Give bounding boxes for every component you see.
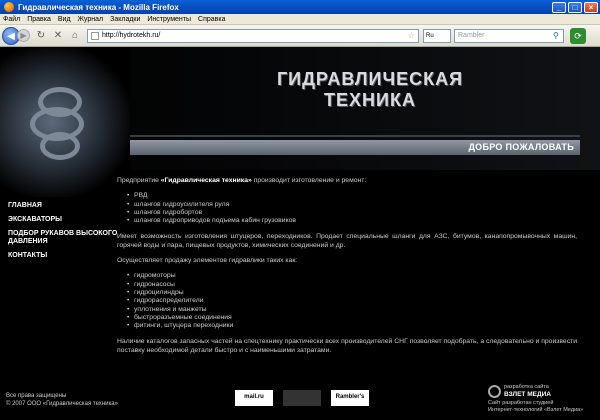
language-selector[interactable]: Ru — [423, 28, 451, 43]
search-icon[interactable]: ⚲ — [553, 31, 563, 40]
window-titlebar: Гидравлическая техника - Mozilla Firefox… — [0, 0, 600, 14]
studio-credit-line-1: Сайт разработан студией — [488, 400, 554, 406]
list-item: фитинги, штуцера переходники — [127, 322, 577, 331]
brand-line-1: ГИДРАВЛИЧЕСКАЯ — [276, 69, 464, 89]
fittings-paragraph: Имеет возможность изготовления штуцеров,… — [117, 233, 577, 249]
web-page: ГИДРАВЛИЧЕСКАЯ ТЕХНИКА ДОБРО ПОЖАЛОВАТЬ … — [0, 47, 600, 420]
sidebar-item-contacts[interactable]: КОНТАКТЫ — [8, 252, 118, 260]
sidebar-nav: ГЛАВНАЯ ЭКСКАВАТОРЫ ПОДБОР РУКАВОВ ВЫСОК… — [8, 202, 118, 266]
studio-logo-text: ВЗЛЕТ МЕДИА — [504, 391, 551, 398]
studio-credit: разработка сайта ВЗЛЕТ МЕДИА Сайт разраб… — [488, 384, 583, 414]
studio-logo[interactable]: разработка сайта ВЗЛЕТ МЕДИА — [488, 384, 583, 398]
list-item: гидрораспределители — [127, 297, 577, 306]
menu-view[interactable]: Вид — [58, 16, 71, 23]
list-item: быстроразъемные соединения — [127, 314, 577, 323]
sidebar-item-excavators[interactable]: ЭКСКАВАТОРЫ — [8, 216, 118, 224]
stop-icon[interactable]: ✕ — [52, 30, 64, 41]
list-item: шлангов гидроусилителя руля — [127, 201, 577, 210]
main-content: Предприятие «Гидравлическая техника» про… — [117, 177, 577, 362]
url-text[interactable]: http://hydrotekh.ru/ — [102, 32, 408, 39]
sidebar-item-home[interactable]: ГЛАВНАЯ — [8, 202, 118, 210]
search-input[interactable]: Rambler ⚲ — [454, 28, 564, 43]
copyright-text: © 2007 ООО «Гидравлическая техника» — [6, 400, 118, 407]
list-item: гидронасосы — [127, 281, 577, 290]
footer-counters: mail.ru Rambler's TOP100 — [235, 390, 379, 415]
studio-logo-icon — [488, 384, 501, 398]
maximize-button[interactable]: □ — [568, 1, 582, 13]
intro-paragraph: Предприятие «Гидравлическая техника» про… — [117, 177, 577, 185]
reload-icon[interactable]: ↻ — [35, 30, 47, 41]
header-divider — [130, 135, 580, 137]
menu-bar: Файл Правка Вид Журнал Закладки Инструме… — [0, 14, 600, 25]
counter-badge[interactable] — [283, 390, 321, 406]
forward-arrow-icon[interactable]: ▶ — [17, 29, 30, 42]
services-list: РВД шлангов гидроусилителя руля шлангов … — [127, 192, 577, 225]
site-favicon-icon — [91, 31, 99, 40]
menu-tools[interactable]: Инструменты — [147, 16, 191, 23]
studio-small-text: разработка сайта — [504, 384, 549, 390]
sidebar-item-hose-selection[interactable]: ПОДБОР РУКАВОВ ВЫСОКОГО ДАВЛЕНИЯ — [8, 230, 118, 246]
minimize-button[interactable]: _ — [552, 1, 566, 13]
url-bar[interactable]: http://hydrotekh.ru/ ☆ — [87, 28, 419, 43]
catalog-paragraph: Наличие каталогов запасных частей на спе… — [117, 338, 577, 354]
mailru-counter-badge[interactable]: mail.ru — [235, 390, 273, 406]
list-item: РВД — [127, 192, 577, 201]
window-title: Гидравлическая техника - Mozilla Firefox — [18, 2, 179, 12]
menu-history[interactable]: Журнал — [78, 16, 104, 23]
menu-bookmarks[interactable]: Закладки — [110, 16, 140, 23]
hose-coil-shape — [40, 132, 80, 160]
hydraulic-elements-list: гидромоторы гидронасосы гидроцилиндры ги… — [127, 272, 577, 330]
menu-edit[interactable]: Правка — [27, 16, 51, 23]
list-item: уплотнения и манжеты — [127, 306, 577, 315]
company-name: «Гидравлическая техника» — [160, 177, 252, 184]
welcome-banner: ДОБРО ПОЖАЛОВАТЬ — [130, 140, 580, 155]
rights-text: Все права защищены — [6, 393, 67, 399]
firefox-icon — [4, 2, 14, 12]
rambler-top100-badge[interactable]: Rambler's TOP100 — [331, 390, 369, 415]
intro-text-before: Предприятие — [117, 177, 161, 184]
home-icon[interactable]: ⌂ — [69, 30, 81, 41]
close-button[interactable]: × — [584, 1, 598, 13]
footer-copyright: Все права защищены © 2007 ООО «Гидравлич… — [6, 393, 118, 408]
list-item: гидроцилиндры — [127, 289, 577, 298]
studio-credit-line-2[interactable]: Интернет-технологий «Взлет Медиа» — [488, 407, 583, 414]
bookmark-star-icon[interactable]: ☆ — [408, 31, 415, 40]
intro-text-after: производит изготовление и ремонт: — [251, 177, 367, 184]
brand-line-2: ТЕХНИКА — [324, 90, 416, 110]
list-item: шлангов гидробортов — [127, 209, 577, 218]
site-brand-title: ГИДРАВЛИЧЕСКАЯ ТЕХНИКА — [270, 69, 470, 111]
menu-help[interactable]: Справка — [198, 16, 225, 23]
search-placeholder: Rambler — [458, 32, 485, 39]
hero-hose-image — [0, 47, 130, 197]
addon-icon[interactable]: ⟳ — [570, 27, 586, 44]
list-item: шлангов гидроприводов подъема кабин груз… — [127, 217, 577, 226]
navigation-toolbar: ◀ ▶ ↻ ✕ ⌂ http://hydrotekh.ru/ ☆ Ru Ramb… — [0, 25, 600, 47]
welcome-text: ДОБРО ПОЖАЛОВАТЬ — [468, 142, 574, 152]
menu-file[interactable]: Файл — [3, 16, 20, 23]
sales-paragraph: Осуществляет продажу элементов гидравлик… — [117, 257, 298, 265]
list-item: гидромоторы — [127, 272, 577, 281]
